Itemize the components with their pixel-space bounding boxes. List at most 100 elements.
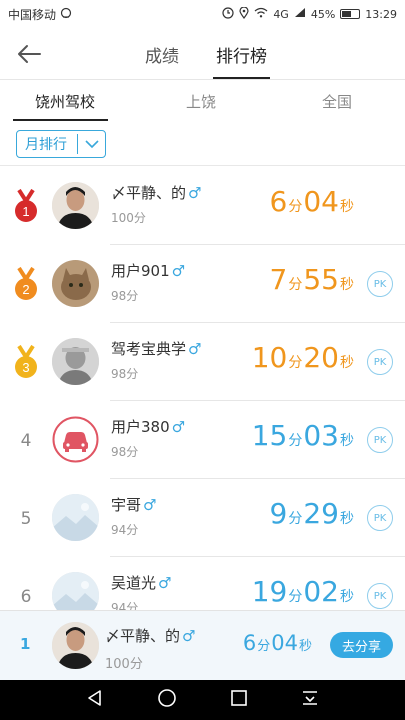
male-icon: ♂ [188,183,202,202]
landscape-placeholder-icon [52,572,99,610]
tab-leaderboard[interactable]: 排行榜 [216,42,267,67]
period-dropdown[interactable]: 月排行 [16,130,106,158]
scope-tabs: 饶州驾校 上饶 全国 [0,80,405,122]
male-icon: ♂ [143,495,157,514]
network-type: 4G [273,7,289,21]
avatar [52,182,99,229]
user-name: 用户380 ♂ [111,416,185,437]
system-nav-bar [0,680,405,720]
my-time-value: 6 分 04 秒 [243,631,313,655]
seconds-unit: 秒 [340,199,354,215]
my-rank-bar: 1 〆平静、的 ♂ 100分 6 分 04 秒 去分享 [0,610,405,680]
ranking-list: 1 〆平静、的 ♂ 100分 6 分 04 秒 2 用户901 ♂ 98分 7 … [0,167,405,610]
pk-button[interactable]: PK [367,271,393,297]
user-name: 宇哥 ♂ [111,494,156,515]
active-tab-indicator [213,77,270,79]
user-name-text: 驾考宝典学 [111,340,187,358]
nav-back-icon[interactable] [86,689,104,711]
car-icon [52,416,99,463]
male-icon: ♂ [182,626,196,645]
pk-button[interactable]: PK [367,349,393,375]
rank-number: 4 [20,431,32,451]
user-name: 驾考宝典学 ♂ [111,338,201,359]
active-scope-indicator [13,119,108,121]
pk-button[interactable]: PK [367,505,393,531]
user-score: 100分 [111,211,146,225]
user-name-text: 吴道光 [111,574,157,592]
list-item[interactable]: 1 〆平静、的 ♂ 100分 6 分 04 秒 [0,167,405,245]
chevron-down-icon [78,139,105,149]
period-label: 月排行 [25,137,67,153]
minutes-unit: 分 [288,589,303,605]
my-rank-number: 1 [20,635,31,653]
user-score: 98分 [111,289,139,303]
wifi-icon [254,7,268,21]
rank-number: 6 [20,587,32,607]
carrier-name: 中国移动 [8,7,57,22]
list-item[interactable]: 6 吴道光 ♂ 94分 19 分 02 秒 PK [0,557,405,610]
minutes: 6 [269,185,288,218]
nav-notification-pull-icon[interactable] [301,689,319,711]
seconds: 03 [303,419,339,452]
tab-school[interactable]: 饶州驾校 [35,91,95,112]
carrier: 中国移动 [8,6,72,23]
tab-city[interactable]: 上饶 [186,91,216,112]
back-button[interactable] [16,40,52,68]
minutes-unit: 分 [257,639,271,654]
time-value: 7 分 55 秒 [270,263,355,296]
user-name-text: 用户901 [111,262,170,280]
rank-number: 2 [22,282,29,297]
list-item[interactable]: 5 宇哥 ♂ 94分 9 分 29 秒 PK [0,479,405,557]
avatar [52,572,99,610]
minutes: 15 [251,419,288,452]
rank-number: 1 [22,204,29,219]
list-item[interactable]: 4 用户380 ♂ 98分 15 分 03 秒 PK [0,401,405,479]
nav-recents-icon[interactable] [230,689,248,711]
signal-icon [294,7,306,21]
gold-medal-icon: 1 [8,187,44,227]
silver-medal-icon: 2 [8,265,44,305]
minutes: 7 [269,263,288,296]
minutes: 9 [269,497,288,530]
time-value: 19 分 02 秒 [252,575,355,608]
minutes: 6 [242,631,257,655]
notification-icon [60,7,72,22]
time-value: 9 分 29 秒 [270,497,355,530]
user-score: 94分 [111,601,139,610]
my-user-name: 〆平静、的 ♂ [105,625,195,646]
user-name-text: 〆平静、的 [111,184,187,202]
user-name: 吴道光 ♂ [111,572,171,593]
seconds: 29 [303,497,339,530]
male-icon: ♂ [171,417,186,436]
user-score: 98分 [111,367,139,381]
rank-number: 3 [22,360,29,375]
back-arrow-icon [18,45,41,63]
seconds: 02 [303,575,339,608]
pk-button[interactable]: PK [367,583,393,609]
seconds-unit: 秒 [298,639,312,654]
user-score: 94分 [111,523,139,537]
tab-national[interactable]: 全国 [322,91,352,112]
list-item[interactable]: 3 驾考宝典学 ♂ 98分 10 分 20 秒 PK [0,323,405,401]
seconds-unit: 秒 [340,511,354,527]
bronze-medal-icon: 3 [8,343,44,383]
time-value: 10 分 20 秒 [252,341,355,374]
minutes: 10 [251,341,288,374]
seconds-unit: 秒 [340,277,354,293]
nav-home-icon[interactable] [157,688,177,712]
alarm-icon [222,6,234,22]
user-name-text: 宇哥 [111,496,142,514]
pk-button[interactable]: PK [367,427,393,453]
seconds-unit: 秒 [340,589,354,605]
list-item[interactable]: 2 用户901 ♂ 98分 7 分 55 秒 PK [0,245,405,323]
my-avatar [52,622,99,669]
seconds: 04 [303,185,339,218]
rank-number: 5 [20,509,32,529]
filter-row: 月排行 [0,122,405,166]
minutes: 19 [251,575,288,608]
header: 成绩 排行榜 [0,28,405,80]
battery-icon [340,9,361,19]
share-button[interactable]: 去分享 [330,632,393,658]
battery-percent: 45% [310,7,336,21]
tab-scores[interactable]: 成绩 [145,42,179,67]
